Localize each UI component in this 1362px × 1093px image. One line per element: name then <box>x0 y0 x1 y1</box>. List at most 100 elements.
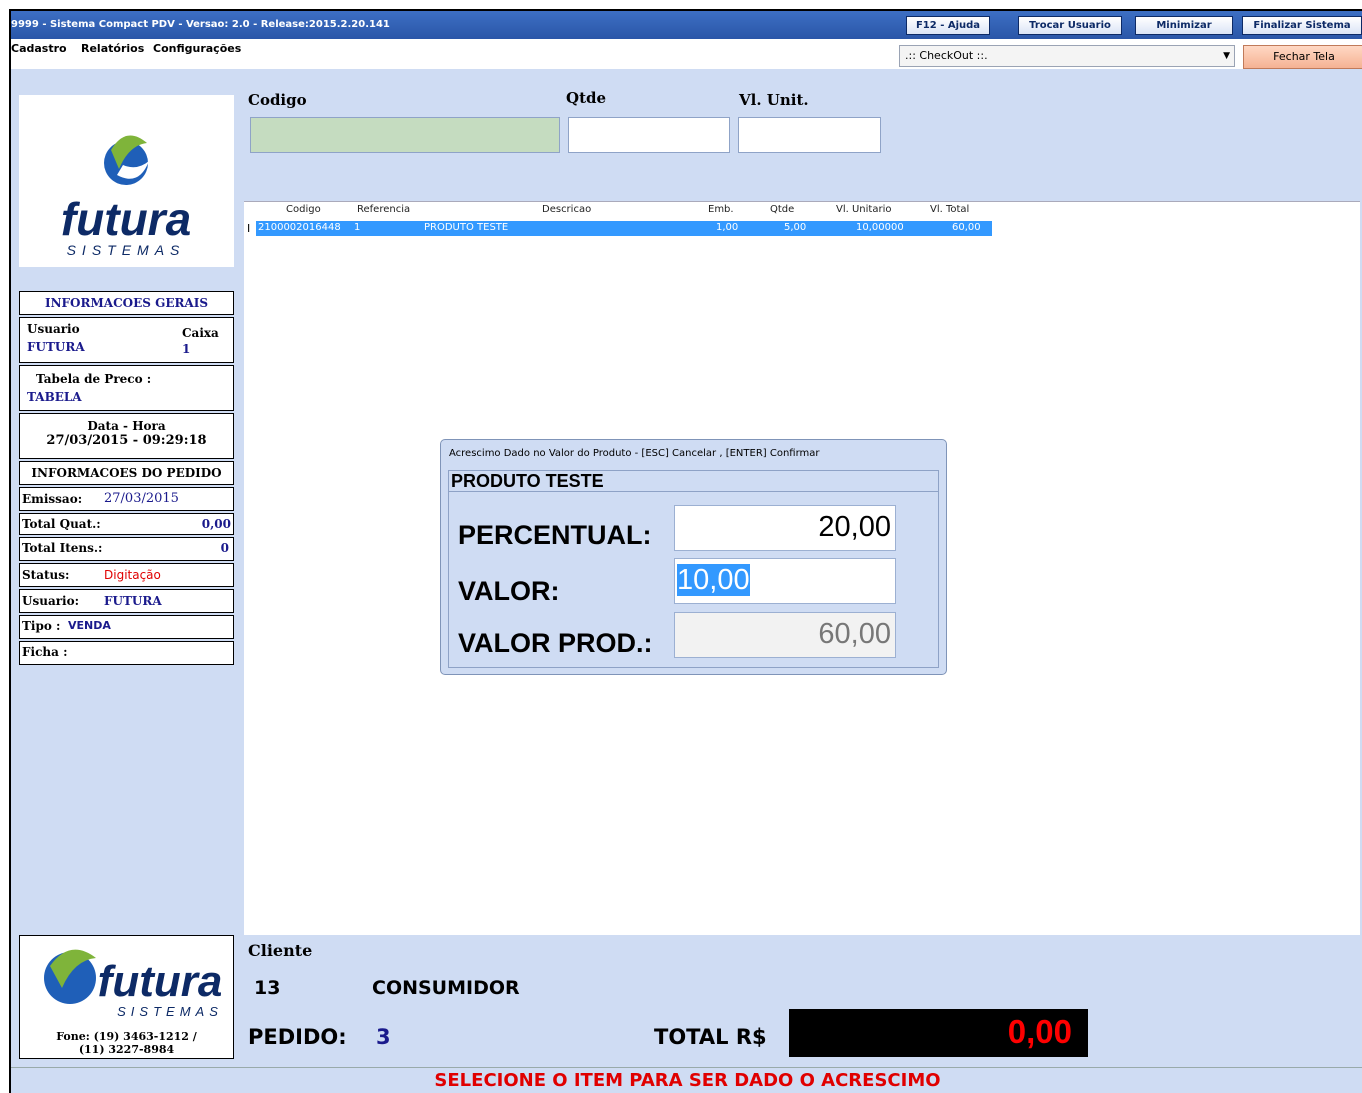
cell-codigo: 2100002016448 <box>258 222 341 233</box>
entry-panel: Codigo Qtde Vl. Unit. <box>244 69 1360 201</box>
switch-user-button[interactable]: Trocar Usuario <box>1018 16 1122 35</box>
cliente-label: Cliente <box>248 941 313 960</box>
codigo-input[interactable] <box>250 117 560 153</box>
emissao-value: 27/03/2015 <box>104 491 179 506</box>
footer-logo-brand: futura <box>98 957 223 1006</box>
footer-logo-box: futura SISTEMAS Fone: (19) 3463-1212 / (… <box>19 935 234 1059</box>
codigo-label: Codigo <box>248 91 307 109</box>
phone-text: Fone: (19) 3463-1212 / (11) 3227-8984 <box>20 1030 233 1056</box>
total-quat-label: Total Quat.: <box>22 517 101 531</box>
title-bar: 9999 - Sistema Compact PDV - Versao: 2.0… <box>11 11 1362 39</box>
app-window: 9999 - Sistema Compact PDV - Versao: 2.0… <box>9 9 1362 1093</box>
info-general-header: INFORMACOES GERAIS <box>19 291 234 315</box>
total-value: 0,00 <box>789 1009 1088 1057</box>
total-label: TOTAL R$ <box>654 1025 767 1049</box>
table-row[interactable]: 2100002016448 1 PRODUTO TESTE 1,00 5,00 … <box>256 221 992 236</box>
dialog-product-name: PRODUTO TESTE <box>448 470 939 492</box>
user-box: Usuario FUTURA Caixa 1 <box>19 317 234 363</box>
tabela-value: TABELA <box>27 390 82 404</box>
order-info-title: INFORMACOES DO PEDIDO <box>31 466 222 480</box>
vlunit-input[interactable] <box>738 117 881 153</box>
total-quat-value: 0,00 <box>201 517 231 531</box>
help-button[interactable]: F12 - Ajuda <box>906 16 990 35</box>
usuario-value: FUTURA <box>27 340 85 354</box>
cliente-name: CONSUMIDOR <box>372 977 520 999</box>
col-emb[interactable]: Emb. <box>708 204 734 215</box>
tipo-row: Tipo : VENDA <box>19 615 234 639</box>
tipo-value: VENDA <box>68 619 111 632</box>
dialog-title: Acrescimo Dado no Valor do Produto - [ES… <box>449 448 820 459</box>
cliente-code: 13 <box>254 977 281 999</box>
menu-configuracoes[interactable]: Configurações <box>153 42 241 55</box>
status-value: Digitação <box>104 568 161 582</box>
ficha-label: Ficha : <box>22 645 68 659</box>
usuario2-value: FUTURA <box>104 594 162 608</box>
surcharge-dialog: Acrescimo Dado no Valor do Produto - [ES… <box>440 439 947 675</box>
cell-referencia: 1 <box>354 222 361 233</box>
emissao-row: Emissao: 27/03/2015 <box>19 487 234 511</box>
datahora-value: 27/03/2015 - 09:29:18 <box>46 433 207 448</box>
pedido-label: PEDIDO: <box>248 1025 347 1049</box>
status-row: Status: Digitação <box>19 563 234 587</box>
qtde-input[interactable] <box>568 117 730 153</box>
cell-vltotal: 60,00 <box>952 222 981 233</box>
logo-sub-text: SISTEMAS <box>67 242 186 258</box>
cell-descricao: PRODUTO TESTE <box>424 222 509 233</box>
total-itens-value: 0 <box>220 541 229 555</box>
footer-panel: Cliente 13 CONSUMIDOR PEDIDO: 3 TOTAL R$… <box>244 935 1360 1061</box>
cell-emb: 1,00 <box>716 222 739 233</box>
caixa-value: 1 <box>182 342 191 356</box>
qtde-label: Qtde <box>566 89 607 107</box>
futura-logo-icon: futura SISTEMAS <box>61 135 191 258</box>
chevron-down-icon: ▼ <box>1223 51 1230 61</box>
order-info-header: INFORMACOES DO PEDIDO <box>19 461 234 485</box>
valor-input-selection: 10,00 <box>677 564 750 596</box>
info-general-title: INFORMACOES GERAIS <box>44 296 209 310</box>
footer-logo-sub: SISTEMAS <box>117 1004 223 1019</box>
col-descricao[interactable]: Descricao <box>542 204 591 215</box>
close-screen-button[interactable]: Fechar Tela <box>1243 45 1362 69</box>
futura-logo: futura SISTEMAS <box>19 95 234 267</box>
col-qtde[interactable]: Qtde <box>770 204 794 215</box>
valor-input[interactable]: 10,00 <box>674 558 896 604</box>
col-vltotal[interactable]: Vl. Total <box>930 204 969 215</box>
valor-prod-field: 60,00 <box>674 612 896 658</box>
cell-vlunitario: 10,00000 <box>856 222 904 233</box>
percentual-label: PERCENTUAL: <box>458 520 652 550</box>
menu-relatorios[interactable]: Relatórios <box>81 42 144 55</box>
usuario2-row: Usuario: FUTURA <box>19 589 234 613</box>
cell-qtde: 5,00 <box>784 222 807 233</box>
percentual-input[interactable]: 20,00 <box>674 505 896 551</box>
usuario-label: Usuario <box>27 322 80 336</box>
phone-line-2: (11) 3227-8984 <box>78 1043 175 1056</box>
window-title: 9999 - Sistema Compact PDV - Versao: 2.0… <box>11 19 390 30</box>
minimize-button[interactable]: Minimizar <box>1135 16 1233 35</box>
screen-select[interactable]: .:: CheckOut ::. ▼ <box>899 45 1235 67</box>
status-message: SELECIONE O ITEM PARA SER DADO O ACRESCI… <box>11 1067 1362 1093</box>
valor-prod-label: VALOR PROD.: <box>458 628 653 658</box>
col-vlunitario[interactable]: Vl. Unitario <box>836 204 891 215</box>
futura-footer-logo-icon: futura SISTEMAS <box>44 949 223 1019</box>
total-quat-row: Total Quat.: 0,00 <box>19 513 234 535</box>
ficha-row: Ficha : <box>19 641 234 665</box>
vlunit-label: Vl. Unit. <box>739 91 809 109</box>
datahora-label: Data - Hora <box>87 419 166 433</box>
col-codigo[interactable]: Codigo <box>286 204 321 215</box>
total-itens-row: Total Itens.: 0 <box>19 537 234 561</box>
price-table-box: Tabela de Preco : TABELA <box>19 365 234 411</box>
valor-label: VALOR: <box>458 576 560 606</box>
screen-select-value: .:: CheckOut ::. <box>905 49 988 62</box>
status-label: Status: <box>22 568 70 582</box>
menu-cadastro[interactable]: Cadastro <box>11 42 67 55</box>
left-panel: futura SISTEMAS INFORMACOES GERAIS Usuar… <box>11 69 242 1069</box>
tipo-label: Tipo : <box>22 619 61 633</box>
tabela-label: Tabela de Preco : <box>36 372 152 386</box>
datetime-box: Data - Hora 27/03/2015 - 09:29:18 <box>19 413 234 459</box>
phone-line-1: Fone: (19) 3463-1212 / <box>56 1030 197 1043</box>
pedido-value: 3 <box>376 1025 391 1049</box>
caixa-label: Caixa <box>182 326 219 340</box>
row-cursor-icon: I <box>247 222 251 235</box>
dialog-body: PERCENTUAL: 20,00 VALOR: 10,00 VALOR PRO… <box>448 492 939 668</box>
exit-system-button[interactable]: Finalizar Sistema <box>1242 16 1362 35</box>
col-referencia[interactable]: Referencia <box>357 204 410 215</box>
